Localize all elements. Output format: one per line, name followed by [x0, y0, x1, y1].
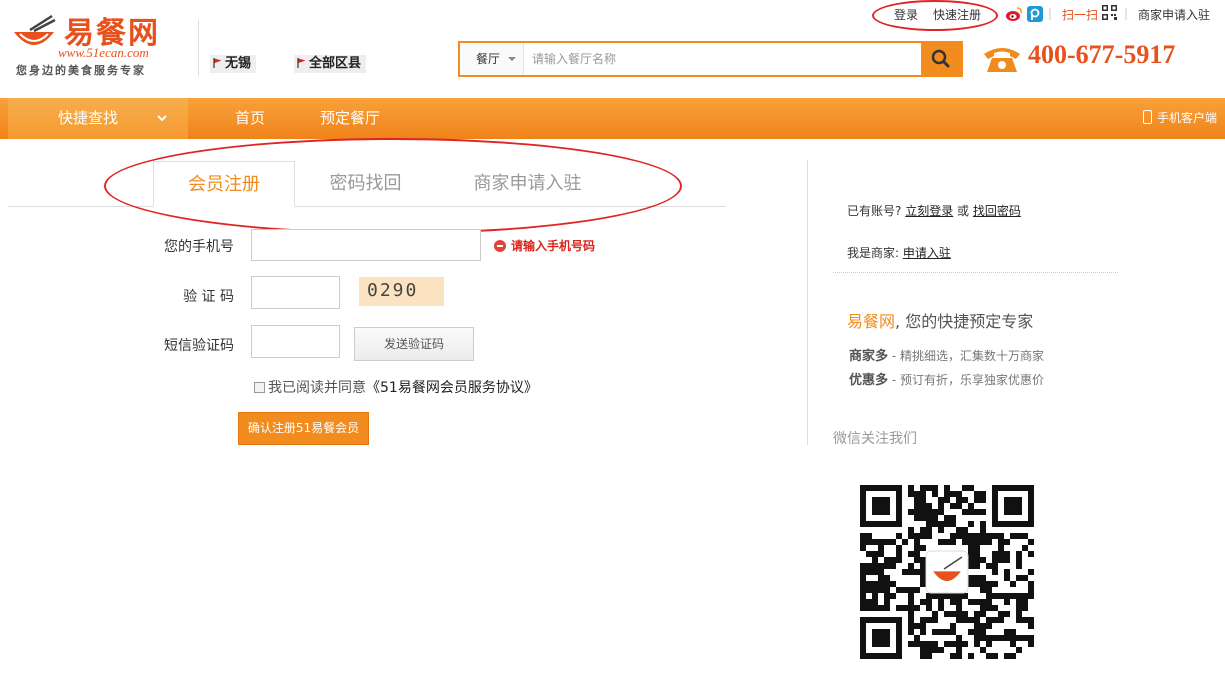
- register-link[interactable]: 快速注册: [933, 6, 981, 23]
- feature-merchants: 商家多 - 精挑细选，汇集数十万商家: [849, 345, 1044, 364]
- have-account-text: 已有账号?: [847, 204, 902, 218]
- mobile-client-link[interactable]: 手机客户端: [1142, 98, 1217, 139]
- feature-merchants-title: 商家多: [849, 349, 889, 364]
- confirm-register-button[interactable]: 确认注册51易餐会员: [238, 412, 369, 445]
- quick-find-dropdown[interactable]: 快捷查找: [8, 98, 188, 139]
- feature-merchants-desc: - 精挑细选，汇集数十万商家: [888, 349, 1044, 363]
- error-icon: [494, 240, 506, 252]
- find-password-link[interactable]: 找回密码: [973, 204, 1021, 218]
- telephone-icon: [984, 48, 1020, 72]
- scan-link[interactable]: 扫一扫: [1062, 6, 1098, 23]
- login-now-link[interactable]: 立刻登录: [905, 204, 953, 218]
- wechat-qr-code: [860, 485, 1034, 659]
- or-text: 或: [957, 204, 970, 218]
- is-merchant-text: 我是商家:: [847, 246, 900, 260]
- city-selector[interactable]: 无锡: [210, 55, 257, 73]
- sms-code-input[interactable]: [251, 325, 340, 358]
- send-sms-button[interactable]: 发送验证码: [354, 327, 474, 361]
- captcha-image[interactable]: 0290: [359, 277, 444, 306]
- qr-finder-pattern: [860, 617, 902, 659]
- search-button[interactable]: [921, 43, 961, 75]
- logo-bowl-icon: [14, 14, 56, 45]
- agreement-text: 我已阅读并同意: [268, 380, 366, 396]
- flag-icon: [297, 58, 306, 68]
- district-selector[interactable]: 全部区县: [294, 55, 367, 73]
- nav-reserve-restaurant[interactable]: 预定餐厅: [320, 98, 380, 139]
- search-category-label: 餐厅: [476, 52, 501, 66]
- search-bar: 餐厅: [458, 41, 963, 77]
- sidebar-slogan: , 您的快捷预定专家: [895, 312, 1034, 331]
- feature-discounts-desc: - 预订有折，乐享独家优惠价: [888, 373, 1044, 387]
- logo-url: www.51ecan.com: [58, 45, 149, 60]
- qr-center-logo-icon: [925, 550, 969, 594]
- tabs-highlight: [104, 138, 682, 234]
- search-category-dropdown[interactable]: 餐厅: [460, 43, 524, 75]
- agreement-protocol-link[interactable]: 《51易餐网会员服务协议》: [366, 380, 538, 396]
- main-nav: 快捷查找 首页 预定餐厅 手机客户端: [0, 98, 1225, 139]
- chevron-down-icon: [157, 115, 167, 122]
- sidebar-brand: 易餐网: [847, 312, 896, 331]
- header-divider: [198, 20, 199, 76]
- separator: |: [1048, 6, 1053, 20]
- phone-error: 请输入手机号码: [494, 237, 595, 254]
- phone-error-text: 请输入手机号码: [511, 239, 596, 253]
- district-name: 全部区县: [309, 56, 362, 71]
- separator: |: [1124, 6, 1129, 20]
- login-link[interactable]: 登录: [894, 6, 918, 23]
- captcha-input[interactable]: [251, 276, 340, 309]
- search-input[interactable]: [526, 43, 921, 75]
- logo-slogan: 您身边的美食服务专家: [16, 64, 146, 77]
- apply-link[interactable]: 申请入驻: [903, 246, 951, 260]
- qr-finder-pattern: [860, 485, 902, 527]
- hotline-number: 400-677-5917: [1028, 40, 1176, 69]
- merchant-row: 我是商家: 申请入驻: [847, 244, 951, 261]
- merchant-apply-link[interactable]: 商家申请入驻: [1138, 6, 1210, 23]
- sidebar-divider: [807, 160, 808, 445]
- caret-down-icon: [508, 57, 516, 61]
- sidebar-separator: [833, 272, 1118, 273]
- agreement-row: 我已阅读并同意《51易餐网会员服务协议》: [254, 377, 538, 397]
- qr-finder-pattern: [992, 485, 1034, 527]
- captcha-label: 验 证 码: [183, 289, 234, 305]
- search-icon: [931, 49, 950, 68]
- phone-label: 您的手机号: [164, 239, 234, 255]
- phone-input[interactable]: [251, 229, 481, 261]
- flag-icon: [213, 58, 222, 68]
- quick-find-label: 快捷查找: [58, 109, 119, 127]
- have-account-row: 已有账号? 立刻登录 或 找回密码: [847, 202, 1021, 219]
- city-name: 无锡: [225, 56, 252, 71]
- tencent-weibo-icon[interactable]: [1027, 6, 1043, 22]
- qr-mini-icon[interactable]: [1102, 5, 1117, 20]
- mobile-phone-icon: [1142, 110, 1152, 124]
- mobile-client-label: 手机客户端: [1156, 111, 1217, 125]
- feature-discounts-title: 优惠多: [849, 373, 889, 388]
- nav-home[interactable]: 首页: [235, 98, 265, 139]
- feature-discounts: 优惠多 - 预订有折，乐享独家优惠价: [849, 369, 1044, 388]
- agreement-checkbox[interactable]: [254, 382, 265, 393]
- wechat-follow-label: 微信关注我们: [833, 431, 917, 447]
- weibo-icon[interactable]: [1005, 6, 1023, 22]
- sms-code-label: 短信验证码: [164, 338, 234, 354]
- sidebar-title: 易餐网, 您的快捷预定专家: [847, 308, 1033, 332]
